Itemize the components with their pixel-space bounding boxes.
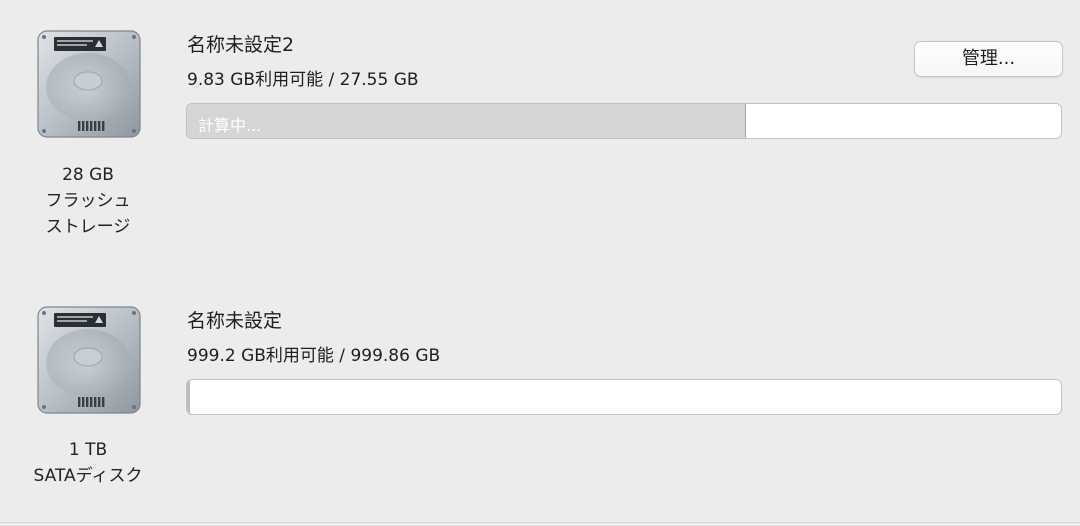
hard-drive-icon — [36, 305, 142, 415]
storage-usage-fill: 計算中... — [187, 104, 747, 138]
disk-type-line1: SATAディスク — [33, 466, 143, 486]
disk-caption: 28 GB フラッシュ ストレージ — [0, 162, 176, 240]
disk-size: 28 GB — [62, 165, 114, 185]
disk-row-flash-storage: 28 GB フラッシュ ストレージ 名称未設定2 9.83 GB利用可能 / 2… — [0, 0, 1080, 262]
bottom-divider — [0, 522, 1080, 523]
volume-name: 名称未設定2 — [187, 34, 295, 56]
volume-name: 名称未設定 — [187, 310, 283, 332]
hard-drive-icon — [36, 29, 142, 139]
volume-capacity: 9.83 GB利用可能 / 27.55 GB — [187, 70, 419, 90]
disk-type-line1: フラッシュ — [45, 191, 131, 211]
disk-type-line2: ストレージ — [45, 217, 131, 237]
disk-caption: 1 TB SATAディスク — [0, 437, 176, 489]
storage-usage-bar: 計算中... — [186, 103, 1062, 139]
storage-usage-fill — [187, 380, 190, 414]
manage-button[interactable]: 管理... — [914, 41, 1063, 77]
disk-row-sata-disk: 1 TB SATAディスク 名称未設定 999.2 GB利用可能 / 999.8… — [0, 272, 1080, 526]
disk-size: 1 TB — [68, 440, 108, 460]
storage-usage-bar — [186, 379, 1062, 415]
calculating-label: 計算中... — [198, 116, 262, 135]
volume-capacity: 999.2 GB利用可能 / 999.86 GB — [187, 346, 441, 366]
